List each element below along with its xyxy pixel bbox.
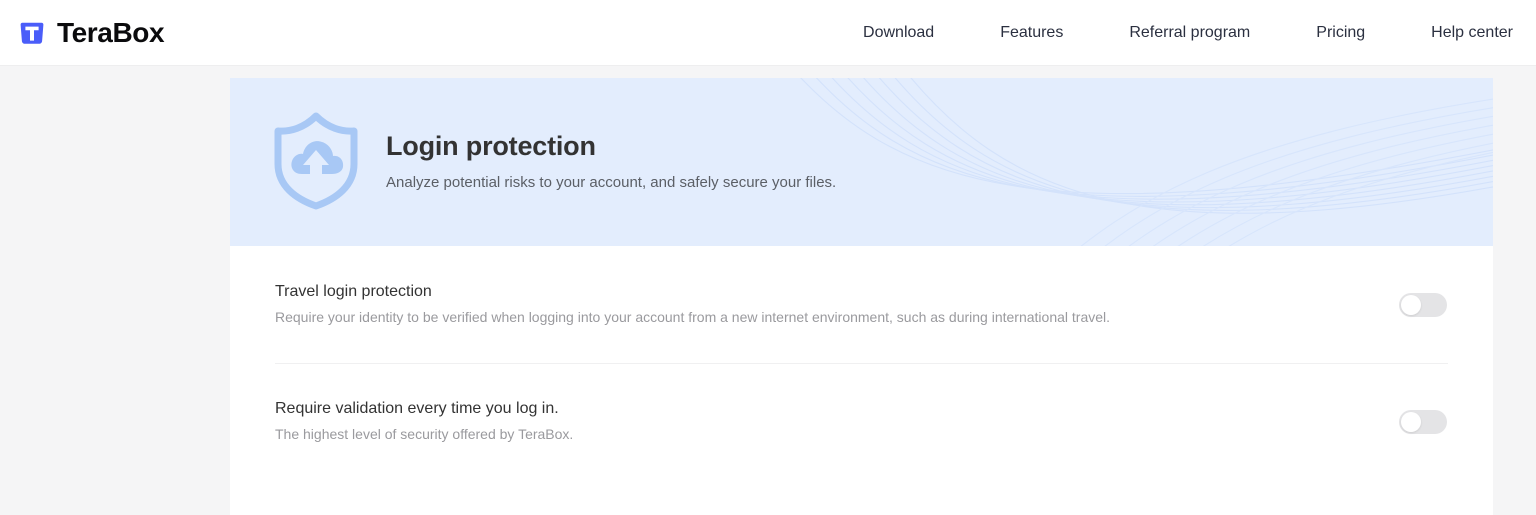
setting-text-block: Travel login protection Require your ide… bbox=[275, 282, 1110, 327]
setting-description: Require your identity to be verified whe… bbox=[275, 309, 1111, 326]
nav-item-referral-program[interactable]: Referral program bbox=[1096, 24, 1283, 41]
setting-description: The highest level of security offered by… bbox=[275, 426, 574, 443]
shield-cloud-upload-icon bbox=[272, 110, 386, 215]
login-protection-banner: Login protection Analyze potential risks… bbox=[230, 78, 1493, 246]
setting-row-require-validation: Require validation every time you log in… bbox=[275, 363, 1448, 480]
page-subtitle: Analyze potential risks to your account,… bbox=[386, 174, 837, 192]
terabox-box-logo-icon bbox=[16, 17, 48, 49]
page-title: Login protection bbox=[386, 130, 596, 161]
toggle-travel-login-protection[interactable] bbox=[1399, 292, 1447, 317]
setting-title: Travel login protection bbox=[275, 283, 432, 301]
nav-item-help-center[interactable]: Help center bbox=[1398, 24, 1520, 41]
page-background: Login protection Analyze potential risks… bbox=[0, 66, 1536, 515]
nav-item-features[interactable]: Features bbox=[967, 24, 1096, 41]
main-navigation: Download Features Referral program Prici… bbox=[830, 24, 1520, 41]
top-header-bar: TeraBox Download Features Referral progr… bbox=[0, 0, 1536, 66]
toggle-require-validation[interactable] bbox=[1399, 409, 1447, 434]
brand-name: TeraBox bbox=[57, 16, 165, 48]
setting-title: Require validation every time you log in… bbox=[275, 400, 559, 418]
nav-item-pricing[interactable]: Pricing bbox=[1283, 24, 1398, 41]
setting-row-travel-login-protection: Travel login protection Require your ide… bbox=[275, 246, 1448, 363]
banner-text-block: Login protection Analyze potential risks… bbox=[386, 130, 837, 193]
toggle-knob bbox=[1401, 411, 1421, 432]
brand-logo-link[interactable]: TeraBox bbox=[16, 16, 165, 49]
content-panel: Login protection Analyze potential risks… bbox=[230, 78, 1493, 515]
settings-list: Travel login protection Require your ide… bbox=[230, 246, 1493, 480]
setting-text-block: Require validation every time you log in… bbox=[275, 399, 573, 444]
nav-item-download[interactable]: Download bbox=[830, 24, 967, 41]
toggle-knob bbox=[1401, 294, 1421, 315]
